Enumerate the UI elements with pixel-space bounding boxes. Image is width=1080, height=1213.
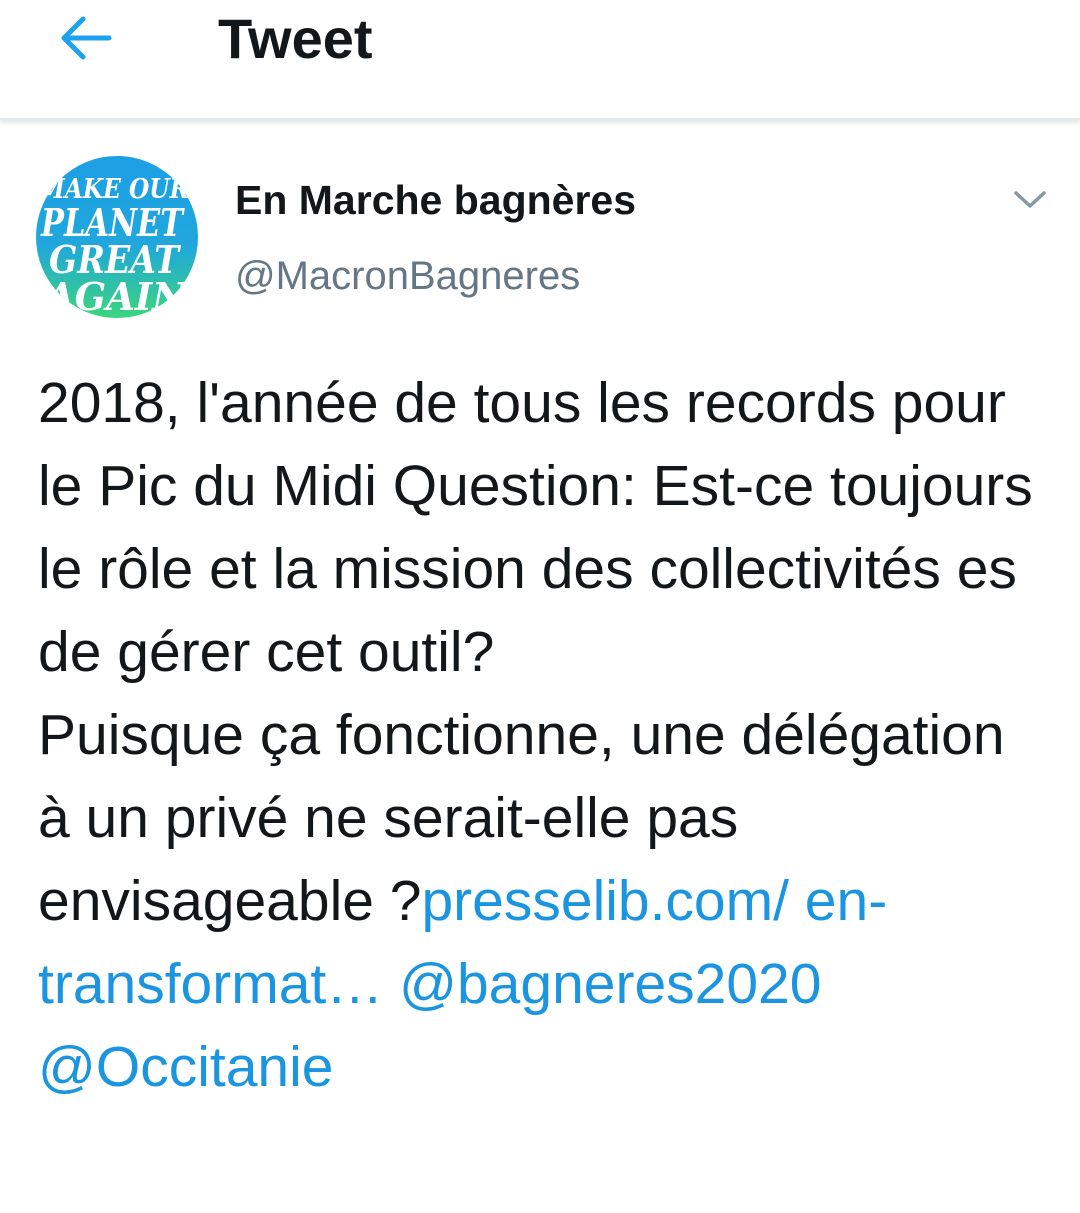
display-name[interactable]: En Marche bagnères xyxy=(235,174,636,226)
mention-occitanie[interactable]: @Occitanie xyxy=(38,1035,333,1099)
avatar[interactable]: MAKE OUR PLANET GREAT AGAIN xyxy=(36,156,198,318)
mention-bagneres2020[interactable]: @bagneres2020 xyxy=(399,952,821,1016)
tweet-paragraph-1: 2018, l'année de tous les records pour l… xyxy=(38,371,1033,684)
arrow-left-icon xyxy=(61,16,112,60)
user-handle[interactable]: @MacronBagneres xyxy=(235,250,580,302)
chevron-down-icon xyxy=(1014,191,1046,208)
avatar-logo: MAKE OUR PLANET GREAT AGAIN xyxy=(38,174,189,318)
back-button[interactable] xyxy=(50,6,120,70)
avatar-line-4: AGAIN xyxy=(43,274,187,318)
page-title: Tweet xyxy=(218,7,373,70)
tweet-menu-button[interactable] xyxy=(1002,176,1058,224)
tweet-text: 2018, l'année de tous les records pour l… xyxy=(38,362,1048,1109)
app-header: Tweet xyxy=(0,0,1080,120)
